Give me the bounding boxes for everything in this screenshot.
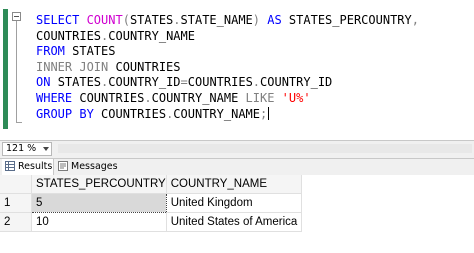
grid-cell[interactable]: 5 (31, 193, 167, 213)
results-grid-icon (5, 161, 15, 171)
table-row: 2 10 United States of America (0, 212, 302, 232)
grid-cell[interactable]: 10 (31, 212, 167, 232)
code-token: WHERE (36, 90, 80, 105)
code-token: STATES_PERCOUNTRY (288, 13, 412, 27)
code-token: ON (36, 75, 58, 90)
code-line[interactable]: COUNTRIES.COUNTRY_NAME (36, 29, 419, 45)
horizontal-scrollbar[interactable] (58, 144, 472, 153)
code-token: ( (122, 13, 130, 27)
code-token: ; (260, 106, 268, 121)
dropdown-arrow-icon (43, 147, 49, 151)
result-tabs: Results Messages (0, 159, 474, 176)
code-token: STATES (72, 44, 116, 59)
code-token: , (411, 13, 419, 27)
code-lines[interactable]: SELECT COUNT(STATES.STATE_NAME) AS STATE… (36, 13, 419, 122)
tab-messages[interactable]: Messages (55, 159, 118, 175)
code-token: . (252, 75, 261, 90)
column-header[interactable]: COUNTRY_NAME (166, 175, 302, 194)
code-token: STATES (129, 13, 174, 27)
code-token: STATES (57, 75, 102, 90)
code-token: = (180, 75, 188, 90)
zoom-dropdown[interactable]: 121 % (2, 142, 52, 156)
results-grid[interactable]: STATES_PERCOUNTRY COUNTRY_NAME 1 5 Unite… (0, 175, 474, 253)
code-token: GROUP BY (36, 106, 102, 121)
code-token: COUNTRY_ID (108, 75, 181, 90)
code-token: COUNTRIES (187, 75, 253, 90)
collapse-minus-icon[interactable] (12, 12, 21, 21)
row-number[interactable]: 2 (0, 212, 32, 232)
fold-guide-end (16, 122, 22, 123)
code-line[interactable]: SELECT COUNT(STATES.STATE_NAME) AS STATE… (36, 13, 419, 29)
code-token: AS (260, 13, 289, 27)
grid-header-row: STATES_PERCOUNTRY COUNTRY_NAME (0, 175, 302, 194)
code-token: SELECT (36, 13, 87, 27)
code-token: COUNTRIES (79, 90, 145, 105)
editor-status-strip: 121 % (0, 140, 474, 159)
code-token: STATE_NAME (180, 13, 253, 27)
table-row: 1 5 United Kingdom (0, 193, 302, 213)
code-token: COUNTRIES (115, 59, 181, 74)
code-token: LIKE (245, 90, 282, 105)
code-line[interactable]: FROM STATES (36, 44, 419, 60)
code-token: . (144, 90, 152, 105)
code-line[interactable]: WHERE COUNTRIES.COUNTRY_NAME LIKE 'U%' (36, 91, 419, 107)
code-line[interactable]: GROUP BY COUNTRIES.COUNTRY_NAME; (36, 106, 419, 123)
code-token: INNER JOIN (36, 59, 116, 74)
tab-results-label: Results (18, 161, 53, 172)
grid-corner-cell[interactable] (0, 175, 32, 194)
code-token: COUNTRIES (101, 106, 167, 121)
code-token: COUNTRY_NAME (173, 106, 260, 121)
code-token: FROM (36, 44, 73, 59)
tab-results[interactable]: Results (2, 159, 54, 175)
code-token: ) (252, 13, 261, 27)
code-token: COUNTRIES (36, 28, 102, 43)
sql-editor[interactable]: SELECT COUNT(STATES.STATE_NAME) AS STATE… (0, 0, 474, 133)
code-line[interactable]: ON STATES.COUNTRY_ID=COUNTRIES.COUNTRY_I… (36, 75, 419, 91)
grid-cell[interactable]: United States of America (166, 212, 302, 232)
column-header[interactable]: STATES_PERCOUNTRY (31, 175, 167, 194)
zoom-value: 121 % (6, 143, 37, 154)
code-token: . (173, 13, 181, 27)
code-line[interactable]: INNER JOIN COUNTRIES (36, 60, 419, 76)
code-token: COUNTRY_NAME (151, 90, 246, 105)
grid-cell[interactable]: United Kingdom (166, 193, 302, 213)
messages-icon (58, 161, 68, 171)
code-token: 'U%' (281, 90, 311, 105)
tab-messages-label: Messages (71, 161, 118, 172)
code-token: COUNTRY_NAME (108, 28, 195, 43)
fold-guide-line (16, 21, 17, 123)
code-token: COUNT (86, 13, 123, 27)
change-tracking-bar (3, 9, 8, 129)
row-number[interactable]: 1 (0, 193, 32, 213)
code-token: COUNTRY_ID (260, 75, 333, 90)
text-caret (268, 106, 270, 120)
